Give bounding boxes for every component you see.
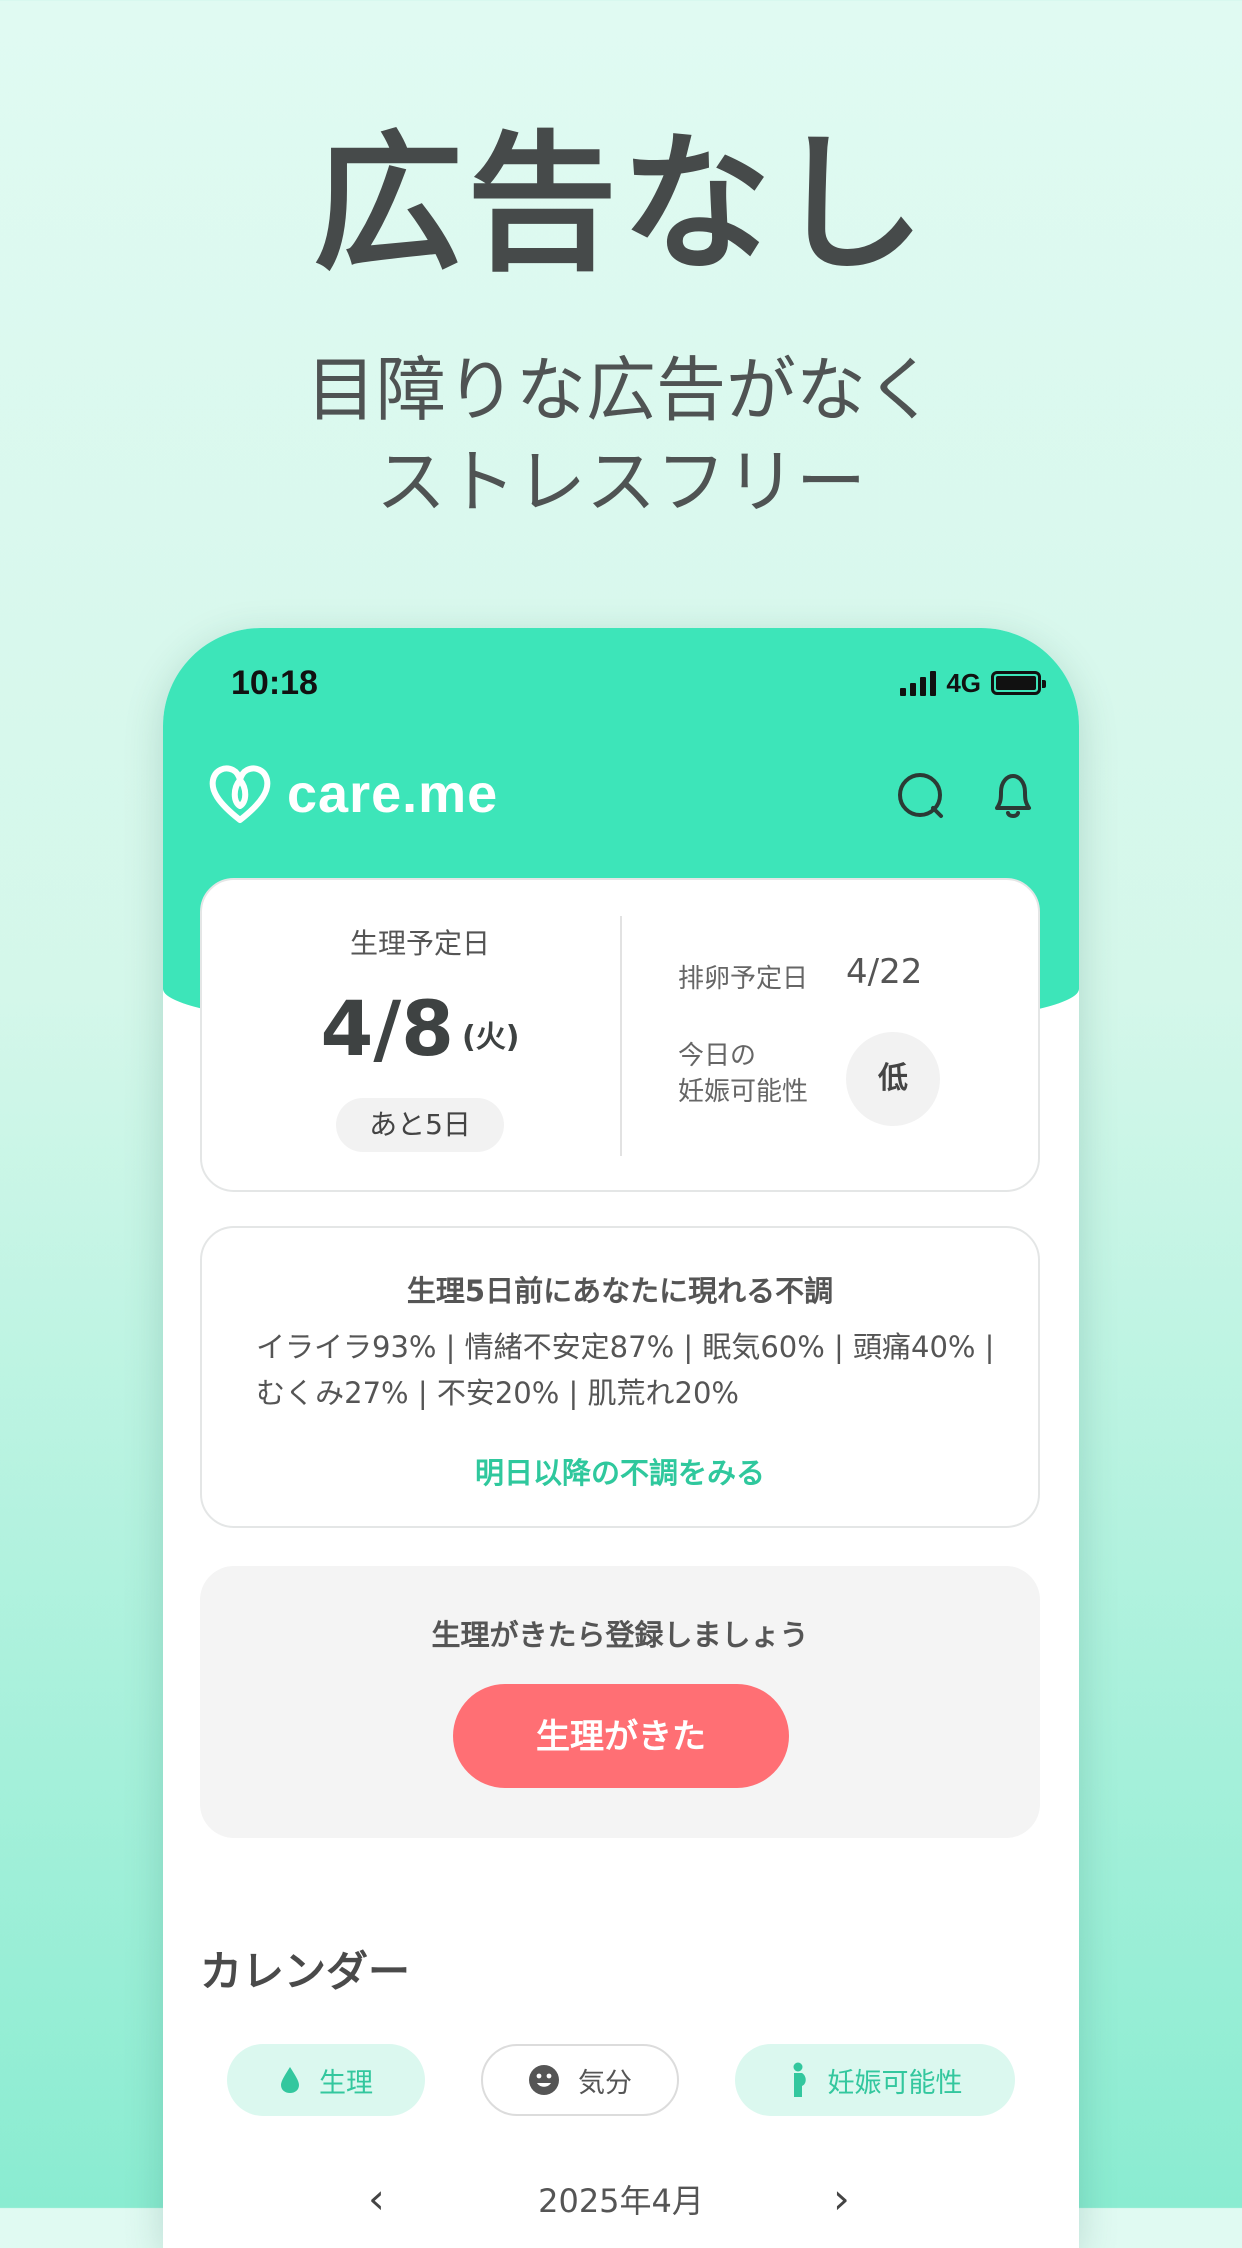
days-left-badge: あと5日 (336, 1098, 504, 1152)
calendar-month: 2025年4月 (538, 2182, 704, 2220)
pregnant-icon (793, 2062, 806, 2097)
chip-mood[interactable]: 気分 (481, 2044, 679, 2116)
chip-mood-label: 気分 (578, 2067, 632, 2099)
period-date: 4/8 (火) (202, 984, 638, 1073)
pregnancy-label: 今日の 妊娠可能性 (678, 1038, 808, 1110)
status-time: 10:18 (231, 664, 318, 702)
chip-period[interactable]: 生理 (227, 2044, 425, 2116)
battery-icon (991, 671, 1046, 695)
phone-screen: 10:18 4G care.me 生理予定日 4/8 (火) あと5日 排卵予定日… (163, 628, 1079, 2248)
next-month-button[interactable]: › (833, 2174, 850, 2223)
period-date-value: 4/8 (320, 984, 455, 1073)
register-prompt: 生理がきたら登録しましょう (431, 1618, 809, 1652)
status-indicators: 4G (900, 667, 1046, 698)
pregnancy-level-badge: 低 (846, 1032, 940, 1126)
pregnancy-label-line2: 妊娠可能性 (678, 1077, 809, 1107)
prediction-card[interactable]: 生理予定日 4/8 (火) あと5日 排卵予定日 4/22 今日の 妊娠可能性 低 (200, 878, 1040, 1192)
symptoms-card: 生理5日前にあなたに現れる不調 イライラ93% | 情緒不安定87% | 眠気6… (200, 1226, 1040, 1528)
calendar-title: カレンダー (200, 1947, 411, 1996)
register-card: 生理がきたら登録しましょう 生理がきた (200, 1566, 1040, 1838)
ovulation-date: 4/22 (846, 952, 923, 992)
app-name: care.me (287, 764, 499, 824)
chip-period-label: 生理 (319, 2067, 373, 2099)
promo-subline-1: 目障りな広告がなく (306, 349, 936, 431)
drop-icon (281, 2067, 299, 2093)
app-logo: care.me (207, 762, 498, 826)
ovulation-label: 排卵予定日 (678, 964, 809, 994)
period-started-button[interactable]: 生理がきた (453, 1684, 789, 1788)
chip-fertility[interactable]: 妊娠可能性 (735, 2044, 1015, 2116)
chat-icon[interactable] (893, 768, 949, 824)
promo-headline: 広告なし (312, 118, 929, 292)
signal-icon (900, 670, 937, 696)
heart-logo-icon (209, 765, 271, 823)
chip-fertility-label: 妊娠可能性 (827, 2067, 963, 2099)
period-weekday: (火) (462, 1020, 520, 1055)
network-label: 4G (946, 667, 981, 698)
symptoms-list: イライラ93% | 情緒不安定87% | 眠気60% | 頭痛40% | むくみ… (256, 1330, 995, 1410)
promo-subline-2: ストレスフリー (376, 441, 866, 523)
future-symptoms-link[interactable]: 明日以降の不調をみる (202, 1450, 1038, 1492)
symptoms-title: 生理5日前にあなたに現れる不調 (406, 1274, 834, 1308)
card-divider (620, 916, 622, 1156)
bell-icon[interactable] (985, 768, 1041, 824)
smiley-icon (529, 2065, 559, 2095)
period-label: 生理予定日 (349, 927, 490, 960)
pregnancy-label-line1: 今日の (678, 1041, 757, 1071)
